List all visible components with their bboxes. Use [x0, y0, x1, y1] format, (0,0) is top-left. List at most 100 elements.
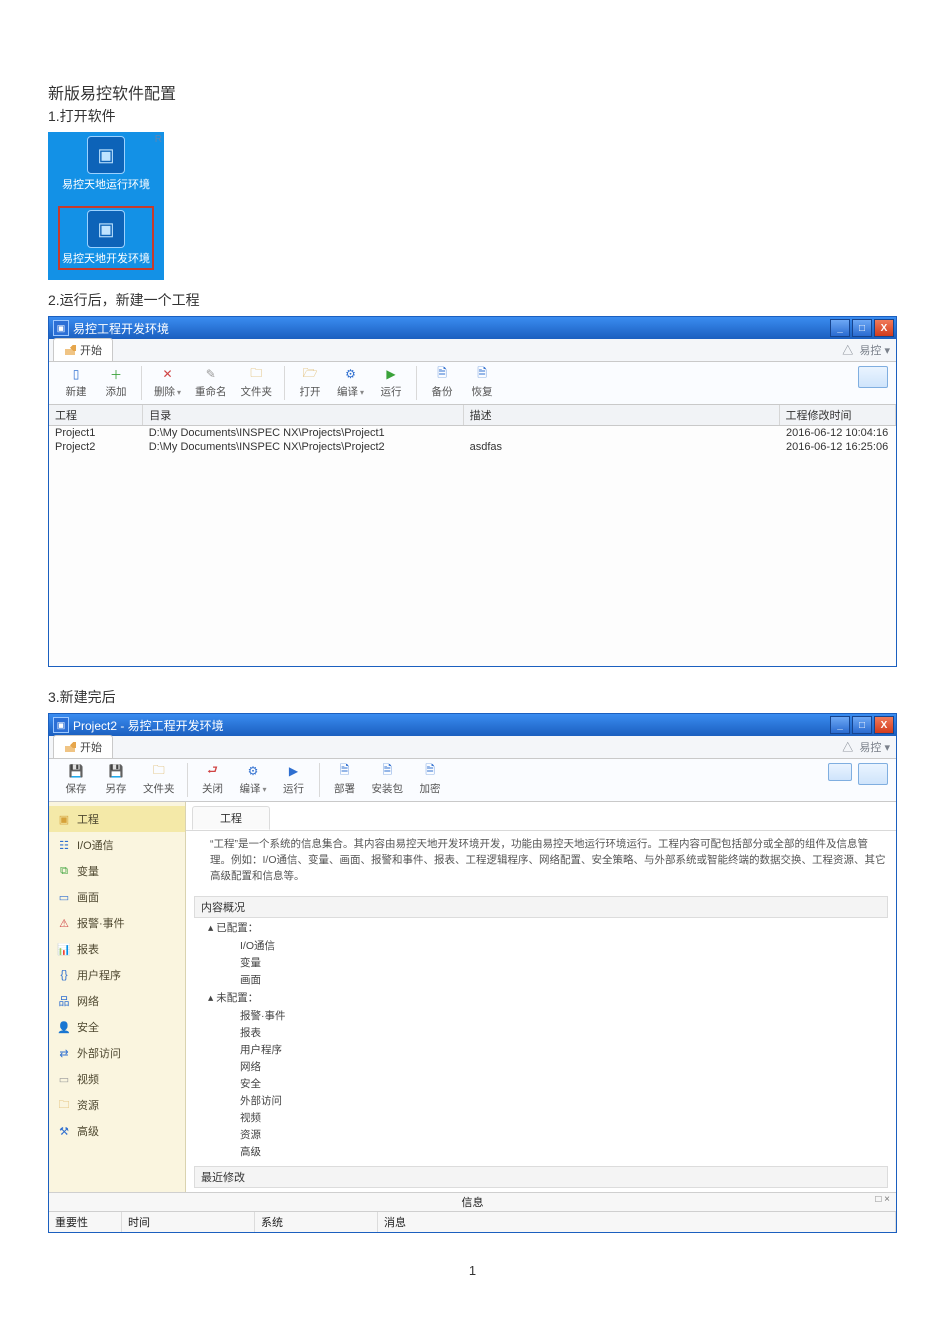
sidebar-item-security[interactable]: 👤安全 [49, 1014, 185, 1040]
list-item[interactable]: 网络 [186, 1058, 896, 1075]
list-item[interactable]: I/O通信 [186, 937, 896, 954]
minimize-button[interactable]: _ [830, 716, 850, 734]
col-time[interactable]: 时间 [122, 1212, 255, 1232]
saveas-icon: 💾 [107, 763, 125, 779]
sidebar-item-io[interactable]: ☷I/O通信 [49, 832, 185, 858]
list-item[interactable]: 用户程序 [186, 1041, 896, 1058]
add-button[interactable]: ＋添加 [103, 366, 129, 399]
report-icon: 📊 [57, 942, 71, 956]
saveas-button[interactable]: 💾另存 [103, 763, 129, 796]
home-icon [64, 345, 76, 355]
sidebar-item-report[interactable]: 📊报表 [49, 936, 185, 962]
sidebar-item-project[interactable]: ▣工程 [49, 806, 185, 832]
overview-header: 内容概况 [194, 896, 888, 918]
col-desc[interactable]: 描述 [464, 405, 780, 425]
tab-start[interactable]: 开始 [53, 338, 113, 361]
list-item[interactable]: 高级 [186, 1143, 896, 1160]
sidebar-item-resource[interactable]: 🗀资源 [49, 1092, 185, 1118]
installer-button[interactable]: 🗎安装包 [372, 763, 404, 796]
restore-button[interactable]: 🗎恢复 [469, 366, 495, 399]
pin-close-icon[interactable]: □ × [875, 1194, 890, 1205]
maximize-button[interactable]: □ [852, 319, 872, 337]
play-icon: ▶ [285, 763, 303, 779]
desktop-icon-runtime[interactable]: ▣ 易控天地运行环境 [58, 136, 154, 192]
col-system[interactable]: 系统 [255, 1212, 378, 1232]
compile-icon: ⚙ [342, 366, 360, 382]
monitor-icon[interactable] [858, 763, 888, 785]
app-icon: ▣ [97, 146, 114, 164]
rename-button[interactable]: ✎重命名 [195, 366, 227, 399]
list-item[interactable]: 视频 [186, 1109, 896, 1126]
new-button[interactable]: ▯新建 [63, 366, 89, 399]
app-title-icon: ▣ [53, 320, 69, 336]
list-item[interactable]: 变量 [186, 954, 896, 971]
sidebar-item-external[interactable]: ⇄外部访问 [49, 1040, 185, 1066]
folder-button[interactable]: 🗀文件夹 [143, 763, 175, 796]
sidebar-item-program[interactable]: {}用户程序 [49, 962, 185, 988]
sidebar-item-variable[interactable]: ⧉变量 [49, 858, 185, 884]
run-button[interactable]: ▶运行 [281, 763, 307, 796]
monitor-icon[interactable] [828, 763, 852, 781]
step-3: 3.新建完后 [48, 687, 897, 707]
sidebar-item-label: 安全 [77, 1019, 99, 1035]
encrypt-button[interactable]: 🗎加密 [417, 763, 443, 796]
close-project-button[interactable]: ⮐关闭 [200, 763, 226, 796]
col-project[interactable]: 工程 [49, 405, 143, 425]
list-item[interactable]: 报警·事件 [186, 1007, 896, 1024]
play-icon: ▶ [382, 366, 400, 382]
folder-button[interactable]: 🗀文件夹 [241, 366, 273, 399]
titlebar-tri-icon: △ [842, 742, 853, 754]
list-item[interactable]: 资源 [186, 1126, 896, 1143]
close-button[interactable]: X [874, 319, 894, 337]
cell-desc: asdfas [464, 440, 780, 454]
list-item[interactable]: 报表 [186, 1024, 896, 1041]
compile-icon: ⚙ [244, 763, 262, 779]
sidebar-item-network[interactable]: 品网络 [49, 988, 185, 1014]
tab-start-label: 开始 [80, 739, 102, 755]
compile-button[interactable]: ⚙编译▾ [240, 763, 267, 796]
list-item[interactable]: 外部访问 [186, 1092, 896, 1109]
breadcrumb[interactable]: 工程 [192, 806, 270, 830]
unconfigured-header[interactable]: ▴ 未配置： [186, 988, 896, 1007]
info-panel-title[interactable]: 信息 □ × [49, 1193, 896, 1212]
project-table: 工程 目录 描述 工程修改时间 Project1 D:\My Documents… [49, 405, 896, 666]
titlebar[interactable]: ▣ Project2 - 易控工程开发环境 _ □ X [49, 714, 896, 736]
sidebar-item-video[interactable]: ▭视频 [49, 1066, 185, 1092]
list-item[interactable]: 画面 [186, 971, 896, 988]
col-dir[interactable]: 目录 [143, 405, 463, 425]
compile-button[interactable]: ⚙编译▾ [337, 366, 364, 399]
sidebar-item-label: 外部访问 [77, 1045, 121, 1061]
cell-time: 2016-06-12 10:04:16 [780, 426, 896, 440]
app-title-icon: ▣ [53, 717, 69, 733]
open-button[interactable]: 🗁打开 [297, 366, 323, 399]
col-severity[interactable]: 重要性 [49, 1212, 122, 1232]
save-icon: 💾 [67, 763, 85, 779]
monitor-icon[interactable] [858, 366, 888, 388]
maximize-button[interactable]: □ [852, 716, 872, 734]
sidebar-item-alarm[interactable]: ⚠报警·事件 [49, 910, 185, 936]
sidebar-item-advanced[interactable]: ⚒高级 [49, 1118, 185, 1144]
titlebar[interactable]: ▣ 易控工程开发环境 _ □ X [49, 317, 896, 339]
run-button[interactable]: ▶运行 [378, 366, 404, 399]
app-icon: ▣ [97, 220, 114, 238]
col-message[interactable]: 消息 [378, 1212, 896, 1232]
help-link[interactable]: 易控 ▾ [859, 742, 890, 754]
sidebar-item-screen[interactable]: ▭画面 [49, 884, 185, 910]
delete-button[interactable]: ✕删除▾ [154, 366, 181, 399]
table-row[interactable]: Project2 D:\My Documents\INSPEC NX\Proje… [49, 440, 896, 454]
table-row[interactable]: Project1 D:\My Documents\INSPEC NX\Proje… [49, 426, 896, 440]
desktop-icon-dev[interactable]: ▣ 易控天地开发环境 [58, 206, 154, 270]
deploy-button[interactable]: 🗎部署 [332, 763, 358, 796]
folder-icon: 🗀 [150, 763, 168, 779]
backup-button[interactable]: 🗎备份 [429, 366, 455, 399]
list-item[interactable]: 安全 [186, 1075, 896, 1092]
col-time[interactable]: 工程修改时间 [780, 405, 896, 425]
configured-header[interactable]: ▴ 已配置： [186, 918, 896, 937]
step-1: 1.打开软件 [48, 106, 897, 126]
backup-icon: 🗎 [433, 366, 451, 382]
tab-start[interactable]: 开始 [53, 735, 113, 758]
help-link[interactable]: 易控 ▾ [859, 345, 890, 357]
close-button[interactable]: X [874, 716, 894, 734]
minimize-button[interactable]: _ [830, 319, 850, 337]
save-button[interactable]: 💾保存 [63, 763, 89, 796]
